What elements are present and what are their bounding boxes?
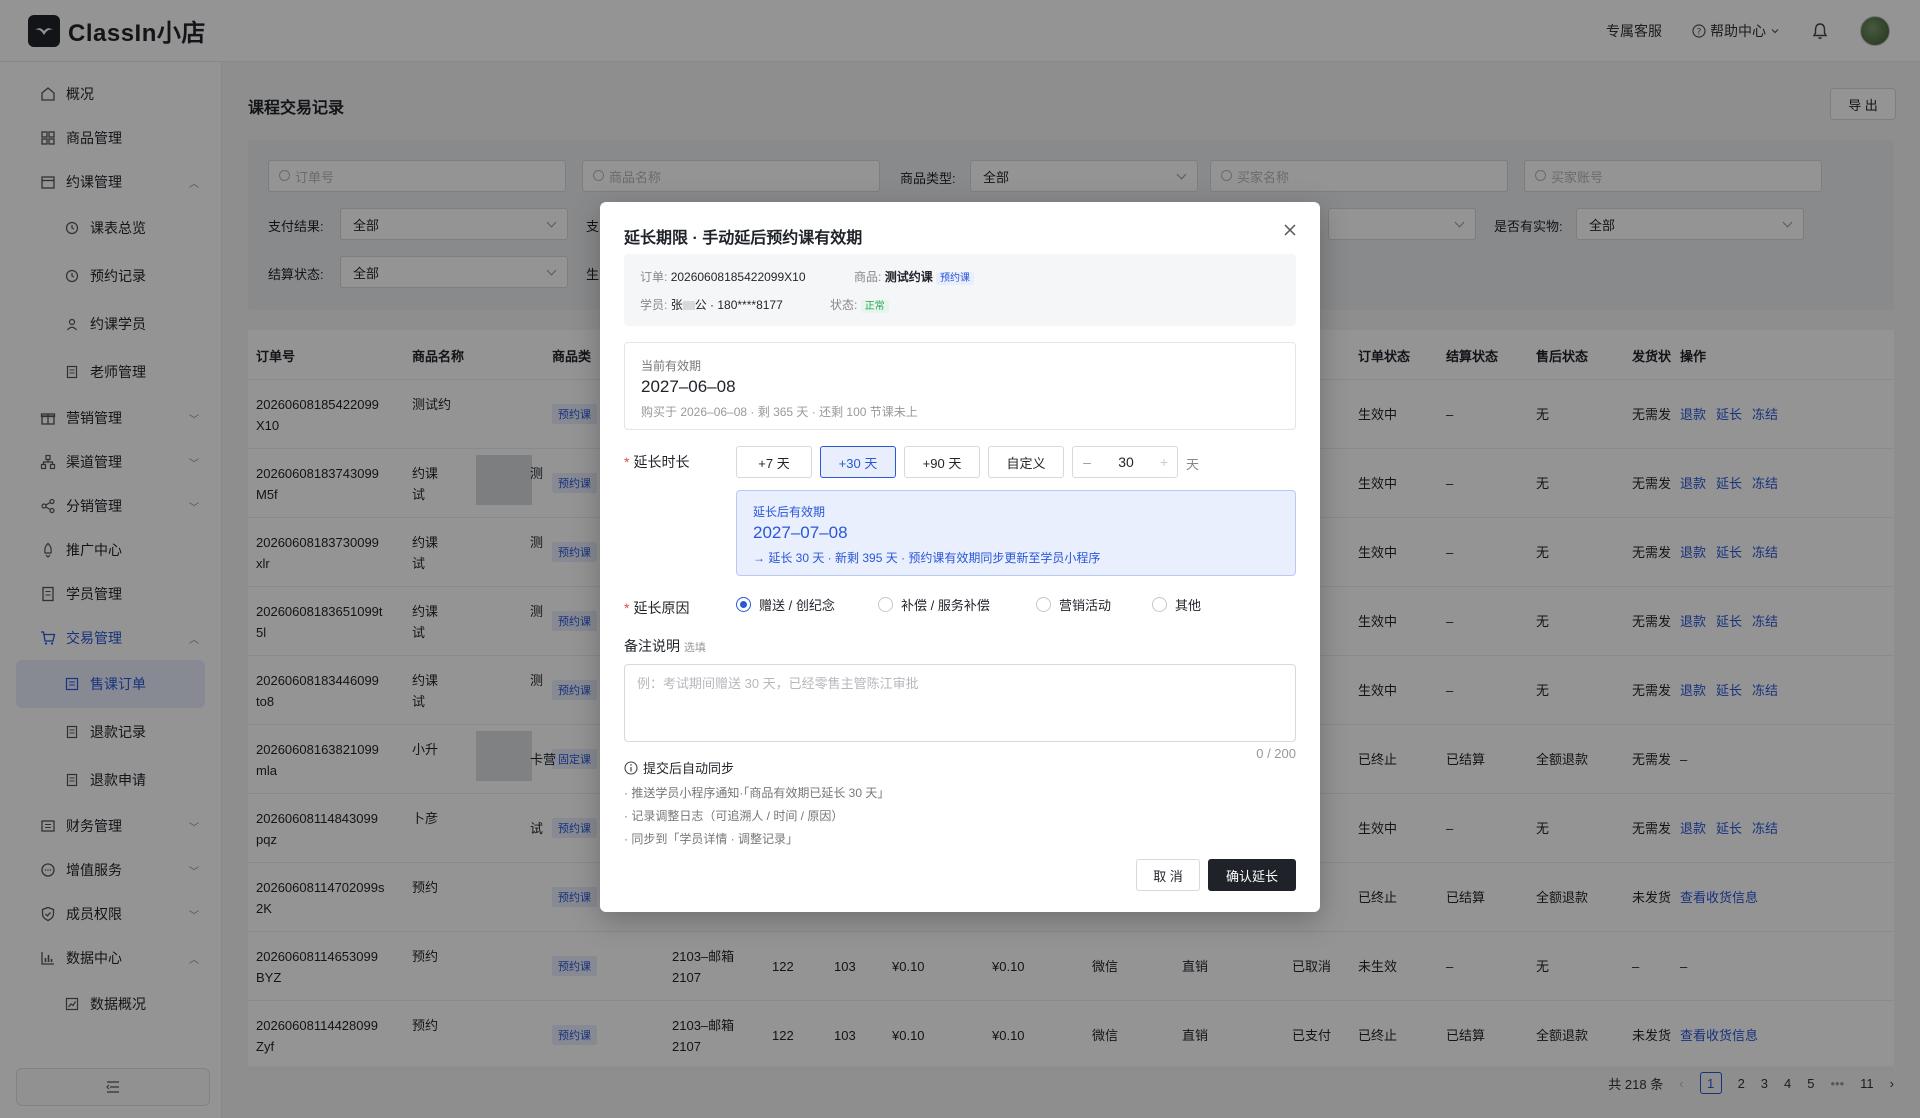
new-validity-detail: → 延长 30 天 · 新剩 395 天 · 预约课有效期同步更新至学员小程序 — [753, 551, 1101, 565]
reason-label: * 延长原因 — [624, 600, 690, 616]
product-value: 测试约课 — [884, 270, 933, 284]
reason-compensation-radio[interactable]: 补偿 / 服务补偿 — [878, 595, 990, 614]
confirm-extend-button[interactable]: 确认延长 — [1208, 859, 1296, 891]
current-validity-box: 当前有效期 2027–06–08 购买于 2026–06–08 · 剩 365 … — [624, 342, 1296, 430]
extend-validity-modal: 延长期限 · 手动延后预约课有效期 订单: 20260608185422099X… — [600, 202, 1320, 912]
order-value: 20260608185422099X10 — [670, 270, 806, 284]
current-validity-date: 2027–06–08 — [641, 377, 736, 396]
sync-item-notify: · 推送学员小程序通知·「商品有效期已延长 30 天」 — [624, 786, 890, 800]
stepper-minus-button[interactable]: – — [1073, 454, 1101, 470]
product-type-badge: 预约课 — [936, 272, 975, 285]
current-validity-detail: 购买于 2026–06–08 · 剩 365 天 · 还剩 100 节课未上 — [641, 405, 918, 419]
stepper-plus-button[interactable]: + — [1151, 454, 1177, 470]
duration-label: * 延长时长 — [624, 454, 690, 470]
modal-title: 延长期限 · 手动延后预约课有效期 — [624, 230, 863, 247]
stepper-value[interactable]: 30 — [1101, 454, 1151, 470]
reason-gift-radio[interactable]: 赠送 / 创纪念 — [736, 595, 835, 614]
new-validity-box: 延长后有效期 2027–07–08 → 延长 30 天 · 新剩 395 天 ·… — [736, 490, 1296, 576]
order-info-box: 订单: 20260608185422099X10 商品: 测试约课 预约课 学员… — [624, 254, 1296, 326]
custom-days-button[interactable]: 自定义 — [988, 446, 1064, 478]
sync-item-student: · 同步到「学员详情 · 调整记录」 — [624, 832, 798, 846]
status-key: 状态: — [830, 298, 858, 312]
student-key: 学员: — [640, 298, 668, 312]
days-unit: 天 — [1186, 457, 1200, 472]
new-validity-label: 延长后有效期 — [753, 505, 826, 519]
sync-item-log: · 记录调整日志（可追溯人 / 时间 / 原因） — [624, 809, 844, 823]
char-count: 0 / 200 — [1256, 746, 1296, 761]
reason-marketing-radio[interactable]: 营销活动 — [1036, 595, 1111, 614]
order-key: 订单: — [640, 270, 668, 284]
extend-7-days-button[interactable]: +7 天 — [736, 446, 812, 478]
current-validity-label: 当前有效期 — [641, 359, 702, 373]
info-icon — [624, 760, 638, 775]
days-stepper[interactable]: – 30 + — [1072, 446, 1178, 478]
new-validity-date: 2027–07–08 — [753, 523, 848, 542]
student-phone: 公 · 180****8177 — [694, 298, 783, 312]
sync-title: 提交后自动同步 — [624, 758, 734, 777]
note-label: 备注说明 选填 — [624, 638, 706, 654]
extend-90-days-button[interactable]: +90 天 — [904, 446, 980, 478]
student-name: 张 — [670, 298, 683, 312]
product-key: 商品: — [854, 270, 882, 284]
status-badge: 正常 — [860, 300, 889, 313]
cancel-button[interactable]: 取 消 — [1136, 859, 1200, 891]
name-mask — [682, 301, 695, 311]
extend-30-days-button[interactable]: +30 天 — [820, 446, 896, 478]
reason-other-radio[interactable]: 其他 — [1152, 595, 1201, 614]
close-icon[interactable] — [1280, 220, 1300, 240]
note-textarea[interactable]: 例：考试期间赠送 30 天，已经零售主管陈江审批 — [624, 664, 1296, 742]
